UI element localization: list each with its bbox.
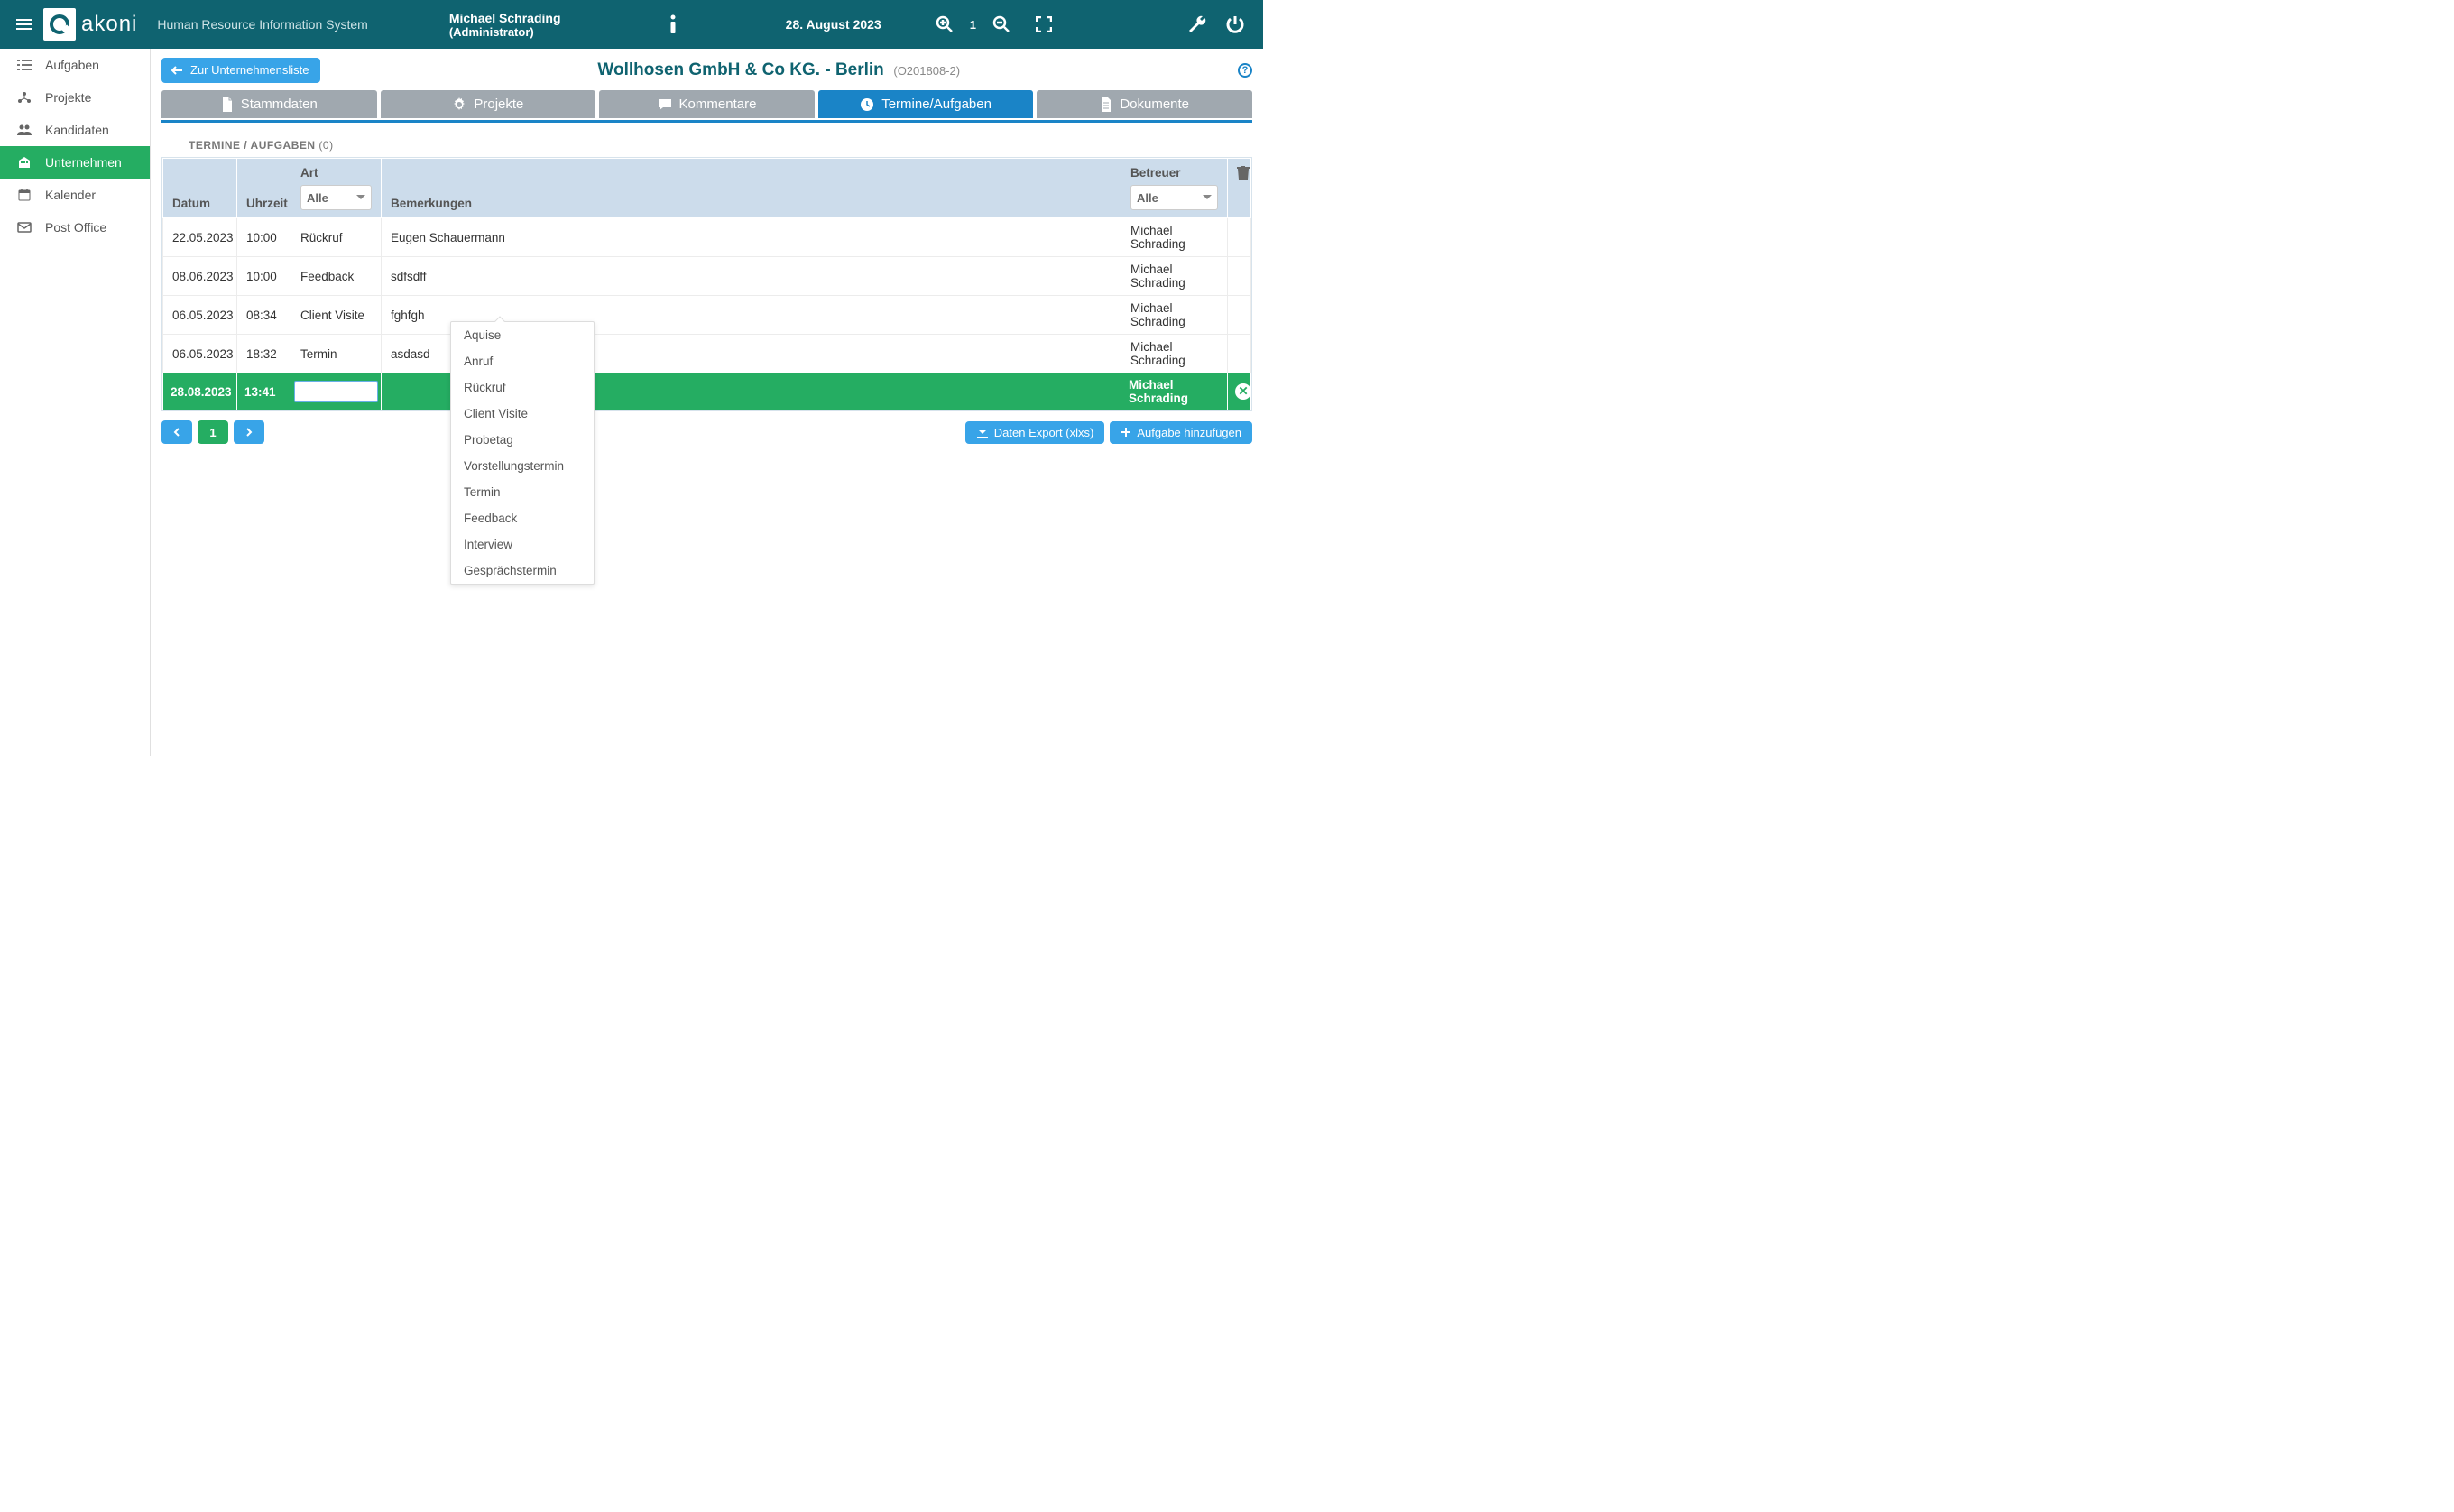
dd-item[interactable]: Termin xyxy=(451,479,594,505)
new-row-betreuer[interactable]: Michael Schrading xyxy=(1121,373,1228,410)
settings-wrench-icon[interactable] xyxy=(1187,14,1207,34)
plus-icon xyxy=(1121,427,1131,438)
tab-bar: Stammdaten Projekte Kommentare Termine/A… xyxy=(161,90,1252,118)
user-role: (Administrator) xyxy=(449,25,561,39)
export-button[interactable]: Daten Export (xlxs) xyxy=(965,421,1105,444)
add-task-button[interactable]: Aufgabe hinzufügen xyxy=(1110,421,1252,444)
col-bemerkungen[interactable]: Bemerkungen xyxy=(382,159,1121,218)
table-row[interactable]: 06.05.202318:32TerminasdasdMichael Schra… xyxy=(163,335,1251,373)
sidebar-item-aufgaben[interactable]: Aufgaben xyxy=(0,49,150,81)
dd-item[interactable]: Anruf xyxy=(451,348,594,374)
table-row[interactable]: 06.05.202308:34Client VisitefghfghMichae… xyxy=(163,296,1251,335)
network-icon xyxy=(16,91,32,104)
building-icon xyxy=(16,156,32,169)
download-icon xyxy=(976,426,989,438)
dd-item[interactable]: Interview xyxy=(451,531,594,558)
menu-toggle-icon[interactable] xyxy=(16,16,32,32)
app-logo[interactable] xyxy=(43,8,76,41)
help-icon[interactable]: ? xyxy=(1238,63,1252,78)
dd-item[interactable]: Aquise xyxy=(451,322,594,348)
new-row-date[interactable]: 28.08.2023 xyxy=(163,373,237,410)
sidebar-label: Post Office xyxy=(45,220,106,235)
art-input[interactable] xyxy=(294,381,378,402)
col-delete xyxy=(1228,159,1251,218)
top-header: akoni Human Resource Information System … xyxy=(0,0,1263,49)
new-row[interactable]: 28.08.2023 13:41 Michael Schrading ✕ xyxy=(163,373,1251,410)
user-info: Michael Schrading (Administrator) xyxy=(449,11,561,39)
pager-page-1[interactable]: 1 xyxy=(198,420,228,444)
mail-icon xyxy=(16,222,32,233)
appointments-table: Datum Uhrzeit Art Alle Bemerkungen Betre… xyxy=(161,157,1252,411)
tasks-icon xyxy=(16,59,32,71)
brand-name: akoni xyxy=(81,12,137,37)
discard-row-button[interactable]: ✕ xyxy=(1235,383,1251,400)
sidebar-item-projekte[interactable]: Projekte xyxy=(0,81,150,114)
main-content: Zur Unternehmensliste Wollhosen GmbH & C… xyxy=(151,49,1263,756)
sidebar-item-postoffice[interactable]: Post Office xyxy=(0,211,150,244)
pager-prev-button[interactable] xyxy=(161,420,192,444)
tab-kommentare[interactable]: Kommentare xyxy=(599,90,815,118)
betreuer-filter-select[interactable]: Alle xyxy=(1130,185,1218,210)
trash-icon[interactable] xyxy=(1237,166,1250,180)
chevron-down-icon xyxy=(356,195,365,200)
tab-stammdaten[interactable]: Stammdaten xyxy=(161,90,377,118)
dd-item[interactable]: Client Visite xyxy=(451,401,594,427)
users-icon xyxy=(16,124,32,136)
dd-item[interactable]: Gesprächstermin xyxy=(451,558,594,584)
dd-item[interactable]: Probetag xyxy=(451,427,594,453)
power-icon[interactable] xyxy=(1225,14,1245,34)
back-to-list-button[interactable]: Zur Unternehmensliste xyxy=(161,58,320,83)
dd-item[interactable]: Vorstellungstermin xyxy=(451,453,594,479)
sidebar: Aufgaben Projekte Kandidaten Unternehmen… xyxy=(0,49,151,756)
sidebar-label: Aufgaben xyxy=(45,58,99,72)
chevron-down-icon xyxy=(1203,195,1212,200)
col-datum[interactable]: Datum xyxy=(163,159,237,218)
col-uhrzeit[interactable]: Uhrzeit xyxy=(237,159,291,218)
new-row-time[interactable]: 13:41 xyxy=(237,373,291,410)
zoom-out-icon[interactable] xyxy=(992,15,1010,33)
col-betreuer: Betreuer Alle xyxy=(1121,159,1228,218)
page-title: Wollhosen GmbH & Co KG. - Berlin (O20180… xyxy=(329,60,1230,80)
zoom-in-icon[interactable] xyxy=(936,15,954,33)
info-icon[interactable] xyxy=(669,14,678,35)
user-name: Michael Schrading xyxy=(449,11,561,25)
sidebar-label: Projekte xyxy=(45,90,91,105)
sidebar-label: Kandidaten xyxy=(45,123,109,137)
app-subtitle: Human Resource Information System xyxy=(157,17,367,32)
art-filter-select[interactable]: Alle xyxy=(300,185,372,210)
pager: 1 xyxy=(161,420,264,444)
sidebar-label: Kalender xyxy=(45,188,96,202)
dd-item[interactable]: Rückruf xyxy=(451,374,594,401)
sidebar-item-kandidaten[interactable]: Kandidaten xyxy=(0,114,150,146)
dd-item[interactable]: Feedback xyxy=(451,505,594,531)
table-row[interactable]: 08.06.202310:00FeedbacksdfsdffMichael Sc… xyxy=(163,257,1251,296)
sidebar-label: Unternehmen xyxy=(45,155,122,170)
sidebar-item-kalender[interactable]: Kalender xyxy=(0,179,150,211)
fullscreen-icon[interactable] xyxy=(1036,16,1052,32)
table-row[interactable]: 22.05.202310:00RückrufEugen SchauermannM… xyxy=(163,218,1251,257)
back-label: Zur Unternehmensliste xyxy=(190,63,309,77)
art-dropdown: Aquise Anruf Rückruf Client Visite Probe… xyxy=(450,321,595,585)
tab-dokumente[interactable]: Dokumente xyxy=(1037,90,1252,118)
header-date: 28. August 2023 xyxy=(786,17,881,32)
sidebar-item-unternehmen[interactable]: Unternehmen xyxy=(0,146,150,179)
col-art: Art Alle xyxy=(291,159,382,218)
section-label: TERMINE / AUFGABEN (0) xyxy=(189,139,1252,152)
tab-projekte[interactable]: Projekte xyxy=(381,90,596,118)
pager-next-button[interactable] xyxy=(234,420,264,444)
tab-termine[interactable]: Termine/Aufgaben xyxy=(818,90,1034,118)
zoom-level: 1 xyxy=(970,18,976,32)
calendar-icon xyxy=(16,189,32,201)
